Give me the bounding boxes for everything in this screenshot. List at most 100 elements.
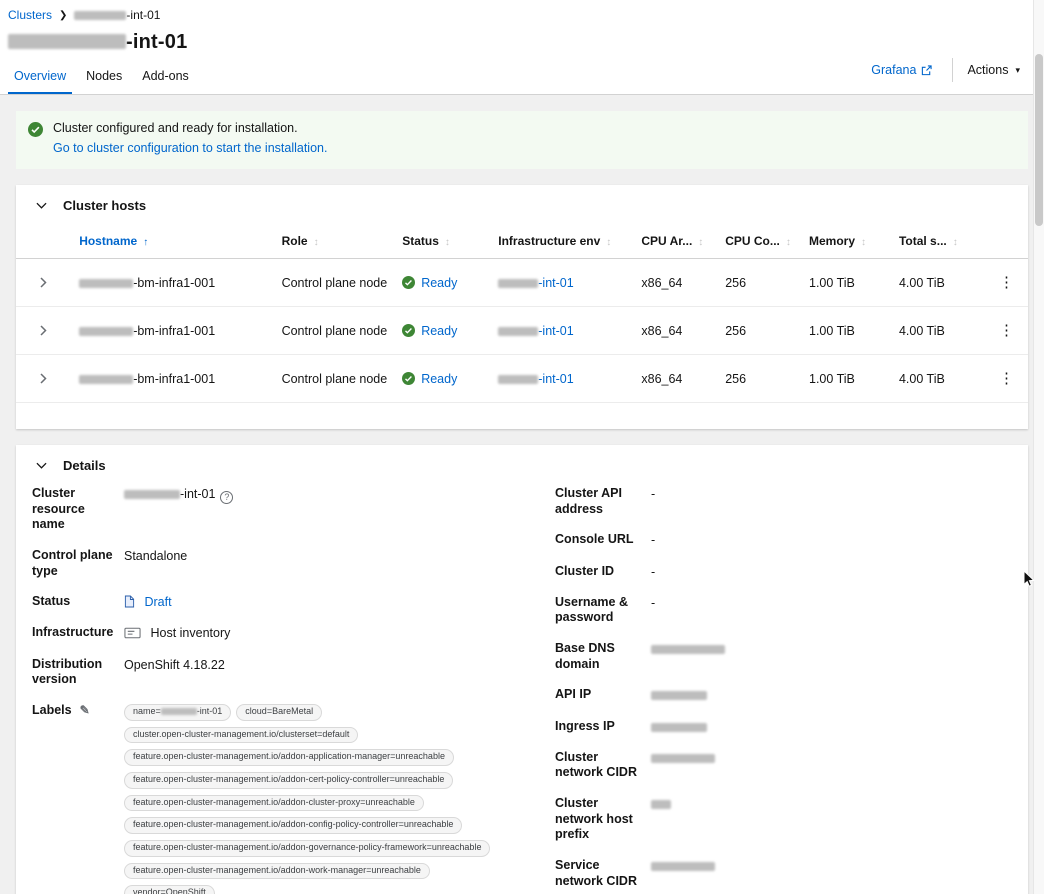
edit-pencil-icon[interactable]: ✎: [80, 703, 90, 717]
label-chip[interactable]: feature.open-cluster-management.io/addon…: [124, 794, 424, 812]
total-storage-cell: 4.00 TiB: [890, 354, 985, 403]
detail-label: Cluster API address: [555, 486, 622, 516]
help-icon[interactable]: ?: [220, 491, 234, 505]
role-cell: Control plane node: [273, 258, 395, 307]
vertical-scrollbar[interactable]: [1033, 0, 1044, 894]
detail-row-distribution-version: Distribution version OpenShift 4.18.22: [32, 657, 527, 688]
page-title: -int-01: [8, 31, 1020, 54]
label-chip[interactable]: cloud=BareMetal: [236, 703, 323, 721]
detail-row-cluster-id: Cluster ID -: [555, 564, 1012, 580]
label-chip[interactable]: feature.open-cluster-management.io/addon…: [124, 817, 463, 834]
row-expand-toggle[interactable]: [36, 370, 51, 387]
row-kebab-menu[interactable]: ⋮: [999, 371, 1014, 386]
alert-configuration-link[interactable]: Go to cluster configuration to start the…: [53, 141, 327, 155]
detail-row-api-ip: API IP: [555, 687, 1012, 703]
details-card-header: Details: [16, 445, 1028, 484]
section-collapse-toggle[interactable]: [32, 200, 51, 211]
details-title: Details: [63, 458, 106, 473]
sort-icon[interactable]: ↕: [445, 237, 450, 248]
infra-env-link[interactable]: -int-01: [498, 372, 574, 386]
infra-env-link[interactable]: -int-01: [498, 276, 574, 290]
detail-value: Draft: [124, 594, 172, 610]
status-draft-link[interactable]: Draft: [144, 595, 171, 609]
detail-value: Standalone: [124, 548, 188, 563]
detail-label: Username & password: [555, 594, 628, 625]
detail-label: Console URL: [555, 532, 634, 547]
column-label: CPU Co...: [725, 234, 780, 248]
label-chip[interactable]: feature.open-cluster-management.io/addon…: [124, 771, 454, 789]
status-ready-link[interactable]: Ready: [421, 324, 457, 338]
status-ready-link[interactable]: Ready: [421, 372, 457, 386]
breadcrumb-separator-icon: ❯: [59, 9, 68, 21]
sort-icon[interactable]: ↕: [786, 237, 791, 248]
infra-env-cell: -int-01: [490, 354, 634, 403]
row-expand-toggle[interactable]: [36, 274, 51, 291]
detail-row-service-network-cidr: Service network CIDR: [555, 858, 1012, 889]
label-chip[interactable]: feature.open-cluster-management.io/addon…: [124, 840, 491, 857]
breadcrumb-clusters-link[interactable]: Clusters: [8, 8, 52, 22]
label-chips-container: name= -int-01 cloud=BareMetal cluster.open-…: [124, 702, 527, 894]
redacted-text: [498, 326, 539, 336]
actions-dropdown-label: Actions: [967, 63, 1009, 77]
column-header-total-s[interactable]: Total s... ↕: [890, 224, 985, 259]
column-header-cpu-ar[interactable]: CPU Ar... ↕: [633, 224, 718, 259]
sort-icon[interactable]: ↕: [953, 237, 958, 248]
section-collapse-toggle[interactable]: [32, 460, 51, 471]
detail-value: [651, 858, 716, 889]
vertical-divider: [952, 58, 954, 82]
detail-label: Infrastructure: [32, 625, 114, 640]
sort-icon[interactable]: ↕: [314, 237, 319, 248]
detail-label: Cluster network CIDR: [555, 749, 637, 780]
page-content: Cluster configured and ready for install…: [0, 95, 1044, 894]
label-chip[interactable]: feature.open-cluster-management.io/addon…: [124, 862, 430, 880]
role-cell: Control plane node: [273, 306, 395, 355]
cpu-arch-cell: x86_64: [633, 258, 718, 307]
detail-value: -: [651, 595, 656, 610]
external-link-icon: [921, 64, 933, 76]
detail-value: [651, 641, 726, 672]
label-chip[interactable]: name= -int-01: [124, 703, 232, 721]
column-header-role[interactable]: Role ↕: [273, 224, 395, 259]
status-ready-link[interactable]: Ready: [421, 276, 457, 290]
redacted-text: [651, 753, 716, 763]
redacted-text: [498, 278, 539, 288]
detail-value: -int-01?: [124, 486, 234, 533]
redacted-text: [651, 645, 726, 654]
infra-env-link[interactable]: -int-01: [498, 324, 574, 338]
sort-icon[interactable]: ↑: [143, 237, 148, 248]
detail-label: Cluster network host prefix: [555, 796, 633, 842]
cluster-hosts-title: Cluster hosts: [63, 198, 147, 213]
cpu-arch-cell: x86_64: [633, 354, 718, 403]
row-kebab-menu[interactable]: ⋮: [999, 275, 1014, 290]
column-header-infrastructure-env[interactable]: Infrastructure env ↕: [490, 224, 634, 259]
label-chip[interactable]: cluster.open-cluster-management.io/clust…: [124, 726, 359, 744]
status-cell: Ready: [394, 258, 491, 307]
grafana-link[interactable]: Grafana: [871, 63, 938, 77]
scrollbar-thumb[interactable]: [1035, 54, 1043, 226]
tab-nodes[interactable]: Nodes: [76, 60, 132, 94]
sort-icon[interactable]: ↕: [698, 237, 703, 248]
row-expand-toggle[interactable]: [36, 322, 51, 339]
tab-overview[interactable]: Overview: [4, 60, 76, 94]
actions-dropdown[interactable]: Actions ▾: [967, 63, 1020, 77]
sort-icon[interactable]: ↕: [861, 237, 866, 248]
redacted-text: [651, 722, 708, 732]
detail-row-cluster-api-address: Cluster API address -: [555, 486, 1012, 517]
cpu-count-cell: 256: [717, 306, 801, 355]
breadcrumb: Clusters ❯ -int-01: [8, 8, 1020, 22]
detail-value: [651, 687, 708, 703]
column-header-hostname[interactable]: Hostname ↑: [71, 224, 274, 259]
tab-add-ons[interactable]: Add-ons: [132, 60, 199, 94]
detail-row-username-password: Username & password -: [555, 595, 1012, 626]
column-header-memory[interactable]: Memory ↕: [801, 224, 891, 259]
column-header-cpu-co[interactable]: CPU Co... ↕: [717, 224, 801, 259]
label-chip[interactable]: vendor=OpenShift: [124, 885, 215, 894]
label-chip[interactable]: feature.open-cluster-management.io/addon…: [124, 749, 454, 766]
total-storage-cell: 4.00 TiB: [890, 306, 985, 355]
redacted-text: [651, 691, 708, 701]
hostname-cell: -bm-infra1-001: [71, 258, 274, 307]
alert-title: Cluster configured and ready for install…: [53, 121, 298, 135]
row-kebab-menu[interactable]: ⋮: [999, 323, 1014, 338]
sort-icon[interactable]: ↕: [606, 237, 611, 248]
column-header-status[interactable]: Status ↕: [394, 224, 491, 259]
